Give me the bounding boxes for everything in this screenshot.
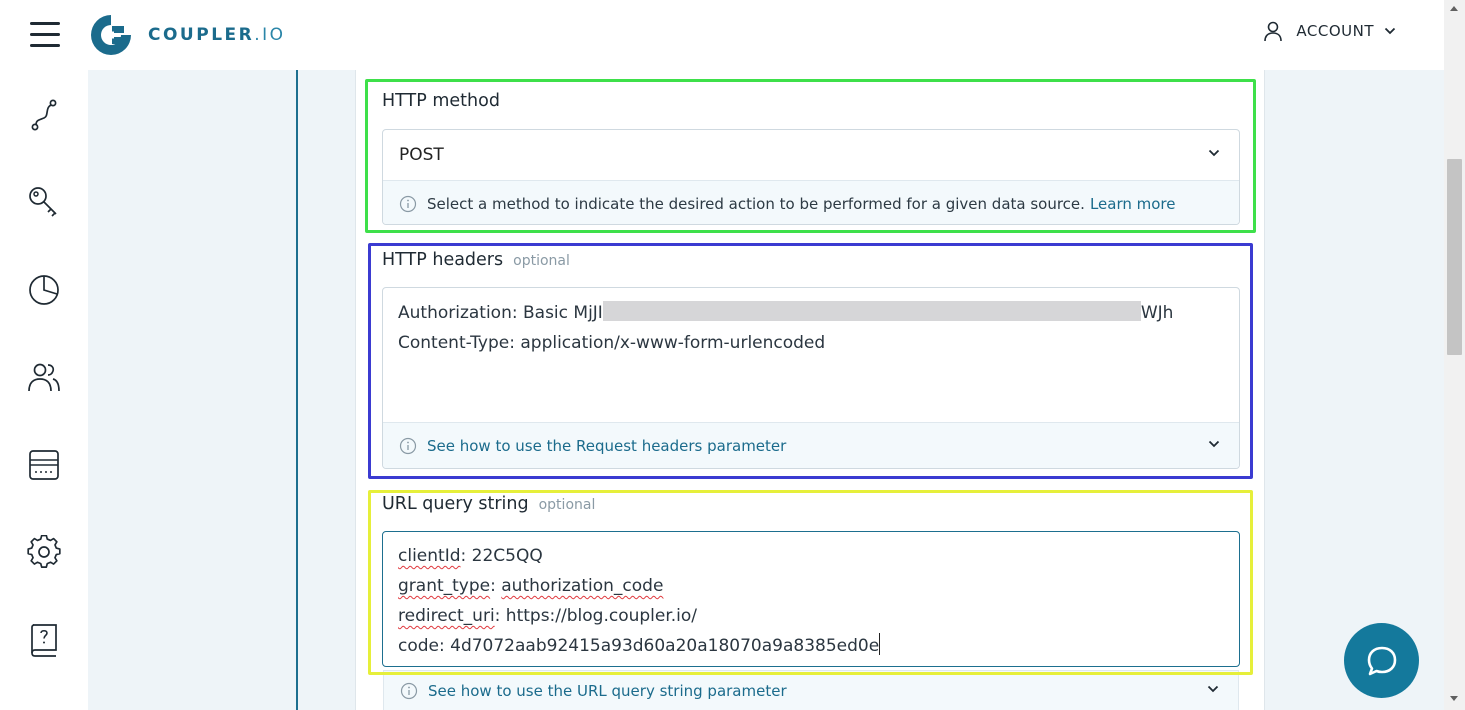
http-method-label: HTTP method [382,91,500,111]
coupler-logo-icon [91,15,131,55]
flow-icon[interactable] [24,95,64,135]
info-icon [399,195,417,212]
logo[interactable]: COUPLER.IO [88,12,286,58]
http-headers-label: HTTP headers [382,250,504,270]
http-headers-label-row: HTTP headers optional [382,250,570,270]
top-bar: COUPLER.IO ACCOUNT [0,0,1444,70]
header-line-authorization: Authorization: Basic MjJI WJh [398,301,1174,323]
hamburger-icon[interactable] [30,22,60,48]
scroll-down-icon[interactable] [1450,696,1458,701]
billing-icon[interactable] [24,445,64,485]
http-method-dropdown[interactable]: POST [383,130,1239,180]
header-line-content-type: Content-Type: application/x-www-form-url… [398,333,826,353]
http-method-hint: Select a method to indicate the desired … [383,180,1239,224]
sidebar [0,70,88,710]
http-headers-textarea[interactable]: Authorization: Basic MjJI WJh Content-Typ… [382,287,1240,469]
http-method-select[interactable]: POST Select a method to indicate the des… [382,129,1240,225]
gear-icon[interactable] [24,532,64,572]
http-method-value: POST [399,145,444,165]
url-query-label-row: URL query string optional [382,494,595,514]
redacted-token [602,301,1141,321]
chevron-down-icon [1384,27,1396,35]
url-query-textarea[interactable]: clientId: 22C5QQ grant_type: authorizati… [382,531,1240,667]
scroll-up-icon[interactable] [1450,6,1458,11]
scrollbar[interactable] [1444,0,1465,710]
chat-button[interactable] [1344,623,1419,698]
query-line-client-id: clientId: 22C5QQ [398,546,543,566]
info-icon [399,437,417,454]
chevron-down-icon[interactable] [1207,437,1221,451]
info-icon [400,682,418,699]
account-label: ACCOUNT [1296,22,1374,40]
chat-icon [1367,646,1396,675]
chevron-down-icon [1208,149,1220,157]
stepper-line [296,70,298,710]
text-caret [879,633,881,655]
optional-tag: optional [513,253,570,269]
query-line-grant-type: grant_type: authorization_code [398,576,664,596]
account-menu[interactable]: ACCOUNT [1262,20,1396,42]
scroll-thumb[interactable] [1447,159,1462,355]
query-line-redirect-uri: redirect_uri: https://blog.coupler.io/ [398,606,698,626]
http-method-hint-text: Select a method to indicate the desired … [427,194,1085,213]
query-line-code: code: 4d7072aab92415a93d60a20a18070a9a83… [398,631,1224,661]
http-headers-hint-link[interactable]: See how to use the Request headers param… [427,437,786,455]
help-book-icon[interactable] [24,620,64,660]
pie-chart-icon[interactable] [24,270,64,310]
http-headers-hint[interactable]: See how to use the Request headers param… [383,422,1239,468]
user-icon [1264,21,1283,42]
optional-tag: optional [538,497,596,513]
url-query-label: URL query string [382,494,529,514]
users-icon[interactable] [24,357,64,397]
logo-text: COUPLER.IO [148,25,286,45]
learn-more-link[interactable]: Learn more [1090,195,1176,213]
url-query-hint-link[interactable]: See how to use the URL query string para… [428,682,787,700]
url-query-hint[interactable]: See how to use the URL query string para… [383,670,1239,710]
chevron-down-icon[interactable] [1206,682,1220,696]
key-icon[interactable] [24,182,64,222]
